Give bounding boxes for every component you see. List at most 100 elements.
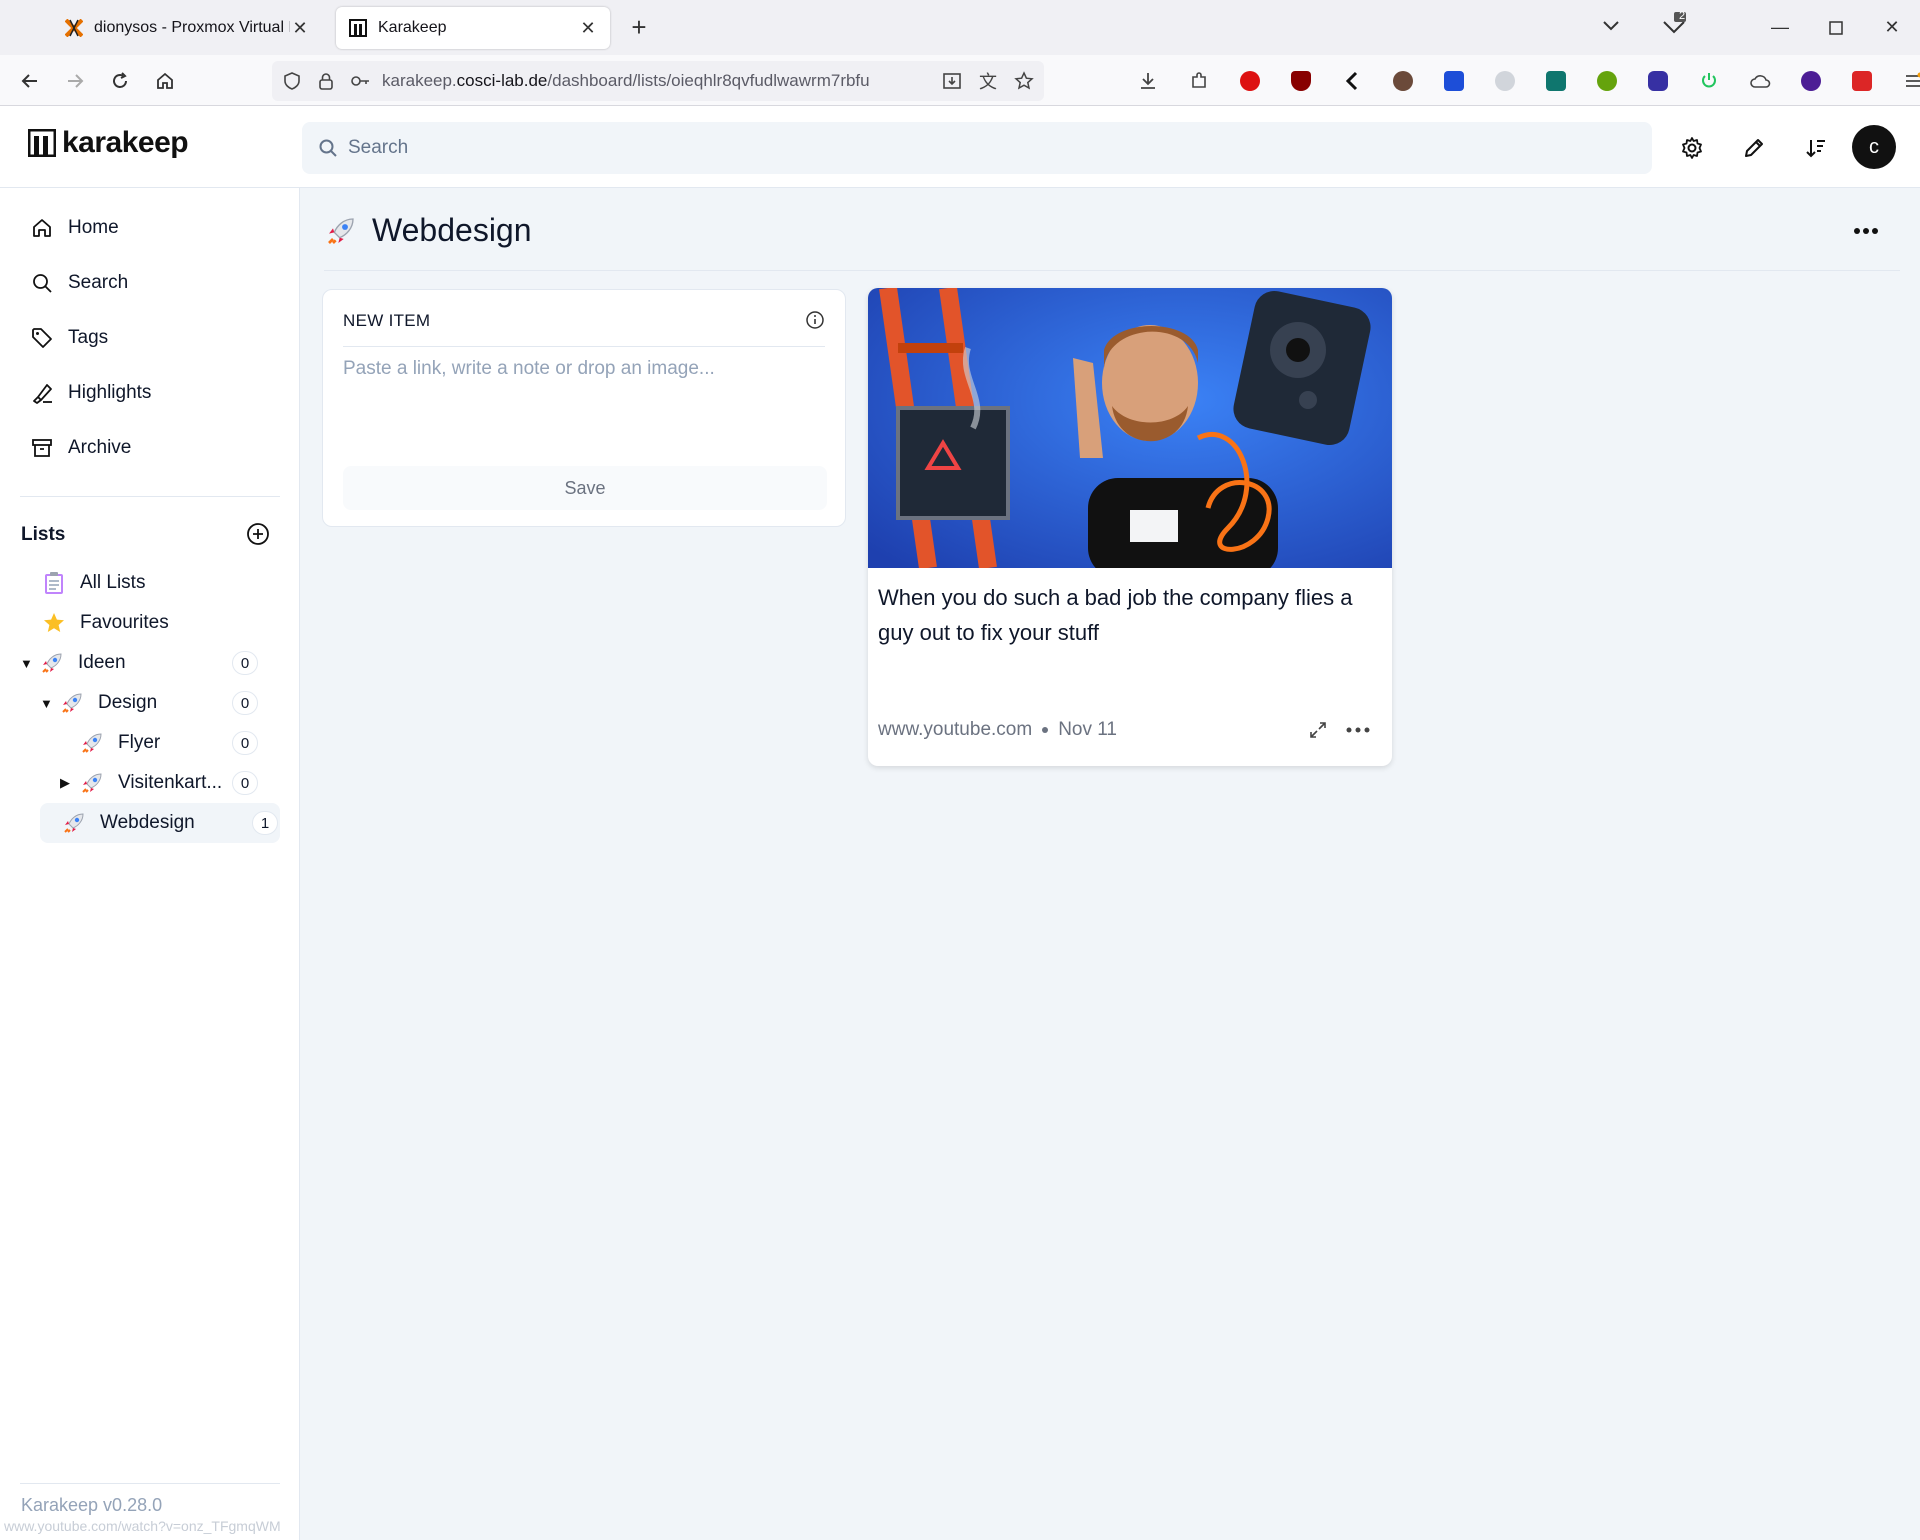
sidebar-item-home[interactable]: Home <box>30 208 280 248</box>
downloads-icon[interactable] <box>1132 65 1164 97</box>
add-list-button[interactable] <box>244 520 272 548</box>
key-icon[interactable] <box>346 67 374 95</box>
sidebar-item-label: Home <box>68 217 119 238</box>
window-controls: — ✕ <box>1752 0 1920 55</box>
edit-button[interactable] <box>1732 126 1776 170</box>
browser-tab-bar: dionysos - Proxmox Virtual Envi ✕ Karake… <box>0 0 1920 55</box>
save-button[interactable]: Save <box>343 466 827 510</box>
power-icon[interactable] <box>1693 65 1725 97</box>
bookmark-title[interactable]: When you do such a bad job the company f… <box>878 580 1384 650</box>
app-version: Karakeep v0.28.0 <box>21 1495 163 1515</box>
more-horizontal-icon <box>1346 727 1370 733</box>
search-icon <box>319 139 337 157</box>
search-input[interactable] <box>348 137 1548 159</box>
list-options-button[interactable] <box>1844 216 1888 246</box>
caret-down-icon[interactable]: ▼ <box>20 656 38 671</box>
caret-right-icon[interactable]: ▶ <box>60 775 78 791</box>
new-item-header: NEW ITEM <box>343 311 431 330</box>
list-item-all-lists[interactable]: All Lists <box>40 565 280 601</box>
ublock-icon[interactable] <box>1285 65 1317 97</box>
sidebar-item-archive[interactable]: Archive <box>30 428 280 468</box>
info-icon[interactable] <box>805 310 825 330</box>
search-bar[interactable] <box>302 122 1652 174</box>
tab-title: dionysos - Proxmox Virtual Envi <box>94 19 290 36</box>
youtube-ext-icon[interactable] <box>1234 65 1266 97</box>
bookmark-meta: www.youtube.com Nov 11 <box>878 719 1117 741</box>
sidebar-item-label: Search <box>68 272 129 293</box>
bitwarden-icon[interactable] <box>1438 65 1470 97</box>
list-item-design[interactable]: ▼ Design 0 <box>40 685 280 721</box>
list-label: Favourites <box>80 612 169 633</box>
bookmark-date: Nov 11 <box>1058 719 1117 740</box>
download-page-icon[interactable] <box>938 67 966 95</box>
list-item-ideen[interactable]: ▼ Ideen 0 <box>20 645 280 681</box>
rocket-icon <box>60 809 88 837</box>
tab-title: Karakeep <box>378 19 447 36</box>
lists-heading: Lists <box>21 524 66 545</box>
bookmark-options-button[interactable] <box>1342 714 1374 746</box>
settings-button[interactable] <box>1670 126 1714 170</box>
link-ext-icon[interactable] <box>1642 65 1674 97</box>
sidebar-item-highlights[interactable]: Highlights <box>30 373 280 413</box>
bookmark-source[interactable]: www.youtube.com <box>878 719 1032 741</box>
list-count-badge: 0 <box>232 651 258 675</box>
tab-groups-icon[interactable]: 2 <box>1660 10 1692 42</box>
cookie-icon[interactable] <box>1387 65 1419 97</box>
new-item-input[interactable] <box>343 358 825 448</box>
close-window-icon[interactable]: ✕ <box>1864 0 1920 55</box>
globe-ext-icon[interactable] <box>1591 65 1623 97</box>
archive-icon <box>30 436 54 460</box>
vivaldi-ext-icon[interactable] <box>1846 65 1878 97</box>
url-bar[interactable]: karakeep.cosci-lab.de/dashboard/lists/oi… <box>272 61 1044 101</box>
forward-icon[interactable] <box>59 65 91 97</box>
avatar[interactable]: c <box>1852 125 1896 169</box>
expand-button[interactable] <box>1302 714 1334 746</box>
sidebar-item-tags[interactable]: Tags <box>30 318 280 358</box>
sidebar-footer-divider <box>20 1483 280 1484</box>
chevron-left-icon[interactable] <box>1336 65 1368 97</box>
reload-icon[interactable] <box>104 65 136 97</box>
sort-button[interactable] <box>1794 126 1838 170</box>
extensions-puzzle-icon[interactable] <box>1183 65 1215 97</box>
ghost-icon[interactable] <box>1489 65 1521 97</box>
close-tab-icon[interactable]: ✕ <box>290 18 310 39</box>
app-logo[interactable]: karakeep <box>28 126 189 160</box>
sidebar-item-search[interactable]: Search <box>30 263 280 303</box>
profile-ext-icon[interactable] <box>1795 65 1827 97</box>
title-divider <box>324 270 1900 271</box>
list-title: Webdesign <box>372 212 532 248</box>
rocket-icon <box>38 649 66 677</box>
cloud-icon[interactable] <box>1744 65 1776 97</box>
de-language-icon[interactable] <box>1540 65 1572 97</box>
list-item-flyer[interactable]: Flyer 0 <box>78 725 280 761</box>
bookmark-thumbnail[interactable] <box>868 288 1392 568</box>
new-tab-button[interactable]: + <box>626 14 652 40</box>
back-icon[interactable] <box>14 65 46 97</box>
browser-tab-karakeep[interactable]: Karakeep ✕ <box>336 7 610 49</box>
list-item-webdesign[interactable]: Webdesign 1 <box>40 803 280 843</box>
list-label: Visitenkart... <box>118 772 223 793</box>
list-label: Ideen <box>78 652 126 673</box>
shield-icon[interactable] <box>278 67 306 95</box>
sidebar-item-label: Highlights <box>68 382 152 403</box>
lock-icon[interactable] <box>312 67 340 95</box>
list-all-tabs-icon[interactable] <box>1600 14 1622 41</box>
list-item-visitenkarten[interactable]: ▶ Visitenkart... 0 <box>60 765 280 801</box>
rocket-icon <box>78 729 106 757</box>
minimize-icon[interactable]: — <box>1752 0 1808 55</box>
list-item-favourites[interactable]: Favourites <box>40 605 280 641</box>
home-browser-icon[interactable] <box>149 65 181 97</box>
translate-icon[interactable]: 文 <box>974 67 1002 95</box>
caret-down-icon[interactable]: ▼ <box>40 696 58 711</box>
maximize-icon[interactable] <box>1808 0 1864 55</box>
rocket-icon <box>324 214 358 248</box>
close-tab-icon[interactable]: ✕ <box>578 18 598 39</box>
bookmark-star-icon[interactable] <box>1010 67 1038 95</box>
sidebar: Home Search Tags Highlights Archive List… <box>0 188 300 1540</box>
clipboard-icon <box>40 569 68 597</box>
separator-dot <box>1042 727 1049 733</box>
browser-tab-proxmox[interactable]: dionysos - Proxmox Virtual Envi ✕ <box>52 7 322 49</box>
menu-icon[interactable] <box>1897 65 1920 97</box>
more-horizontal-icon <box>1854 228 1878 234</box>
bookmark-card[interactable]: When you do such a bad job the company f… <box>868 288 1392 766</box>
